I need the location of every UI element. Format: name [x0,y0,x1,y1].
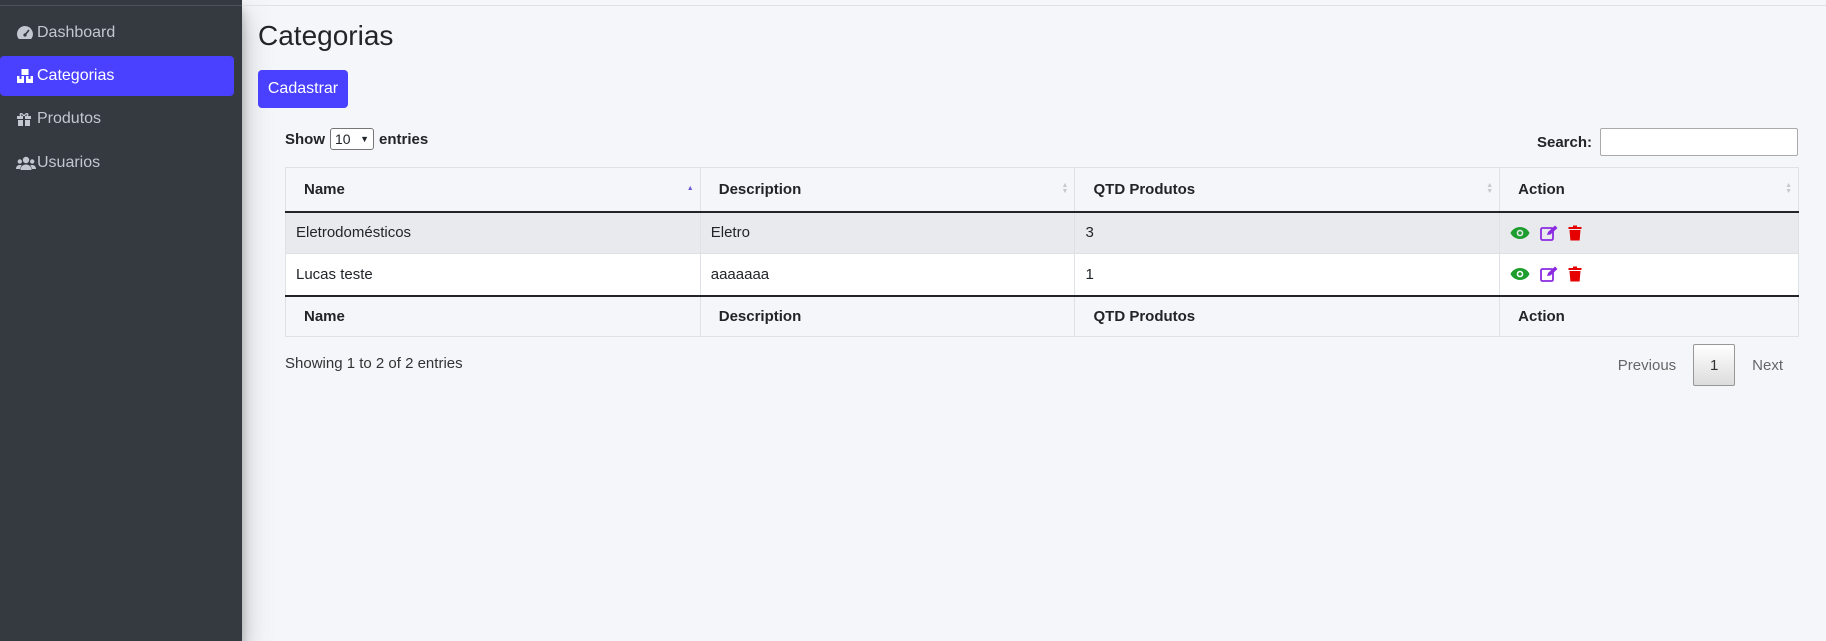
tachometer-icon [16,25,36,41]
edit-icon[interactable] [1540,225,1558,241]
users-icon [16,155,36,171]
add-category-button[interactable]: Cadastrar [258,70,348,108]
sidebar-item-dashboard[interactable]: Dashboard [0,13,234,53]
sidebar-item-label: Dashboard [37,24,116,41]
cell-actions [1499,253,1799,296]
footer-header-qtd-produtos: QTD Produtos [1074,294,1501,337]
next-button[interactable]: Next [1735,344,1800,386]
trash-icon[interactable] [1568,225,1582,241]
search-control: Search: [1537,128,1798,156]
gift-icon [16,111,36,127]
trash-icon[interactable] [1568,266,1582,282]
sidebar-item-categorias[interactable]: Categorias [0,56,234,96]
sort-icon: ▲ ▼ [1061,182,1069,196]
sidebar-item-usuarios[interactable]: Usuarios [0,143,234,183]
chevron-down-icon: ▼ [360,134,369,144]
pagination: Previous 1 Next [1601,344,1800,386]
footer-header-name: Name [285,294,701,337]
edit-icon[interactable] [1540,266,1558,283]
column-header-description[interactable]: Description ▲ ▼ [699,167,1076,213]
sort-icon: ▲ ▼ [1785,182,1792,196]
cell-qtd: 1 [1074,253,1501,296]
sort-icon: ▲ ▼ [1486,182,1494,196]
entries-label: entries [379,130,429,148]
sidebar-divider [0,5,242,6]
cell-qtd: 3 [1074,211,1501,254]
page-length-select[interactable]: 10 ▼ [330,128,374,150]
previous-button[interactable]: Previous [1601,344,1693,386]
search-label: Search: [1536,133,1592,151]
sidebar-item-label: Produtos [37,110,102,127]
cell-actions [1499,211,1799,254]
search-input[interactable] [1600,128,1798,156]
table-row: Lucas teste aaaaaaa 1 [285,253,1799,296]
header-divider [242,5,1826,6]
table-info: Showing 1 to 2 of 2 entries [285,355,463,372]
categories-table: Name ▲▼ Description ▲▼ QTD Produtos ▲▼ A… [285,167,1799,337]
page-title: Categorias [258,20,394,51]
page-length-value: 10 [335,131,351,147]
cell-name: Eletrodomésticos [285,211,701,254]
cell-description: aaaaaaa [699,253,1076,296]
eye-icon[interactable] [1510,226,1530,240]
sort-asc-icon: ▲▼ [686,185,694,193]
sidebar-item-label: Usuarios [37,154,101,171]
page-length-control: Show 10 ▼ entries [285,128,428,150]
boxes-icon [16,68,36,84]
sidebar-item-label: Categorias [37,67,115,84]
eye-icon[interactable] [1510,267,1530,281]
footer-header-description: Description [699,294,1076,337]
sidebar-item-produtos[interactable]: Produtos [0,99,234,139]
show-label: Show [285,130,325,148]
footer-header-action: Action [1499,294,1799,337]
table-footer-row: Name Description QTD Produtos Action [285,294,1799,337]
sidebar: Dashboard Categorias Produtos Usuarios [0,0,242,641]
column-header-qtd-produtos[interactable]: QTD Produtos ▲ ▼ [1074,167,1501,213]
column-header-name[interactable]: Name ▲▼ [285,167,701,213]
page-1-button[interactable]: 1 [1693,344,1736,386]
column-header-action[interactable]: Action ▲ ▼ [1499,167,1799,213]
cell-name: Lucas teste [285,253,701,296]
table-row: Eletrodomésticos Eletro 3 [285,211,1799,254]
cell-description: Eletro [699,211,1076,254]
table-header-row: Name ▲▼ Description ▲▼ QTD Produtos ▲▼ A… [285,167,1799,213]
